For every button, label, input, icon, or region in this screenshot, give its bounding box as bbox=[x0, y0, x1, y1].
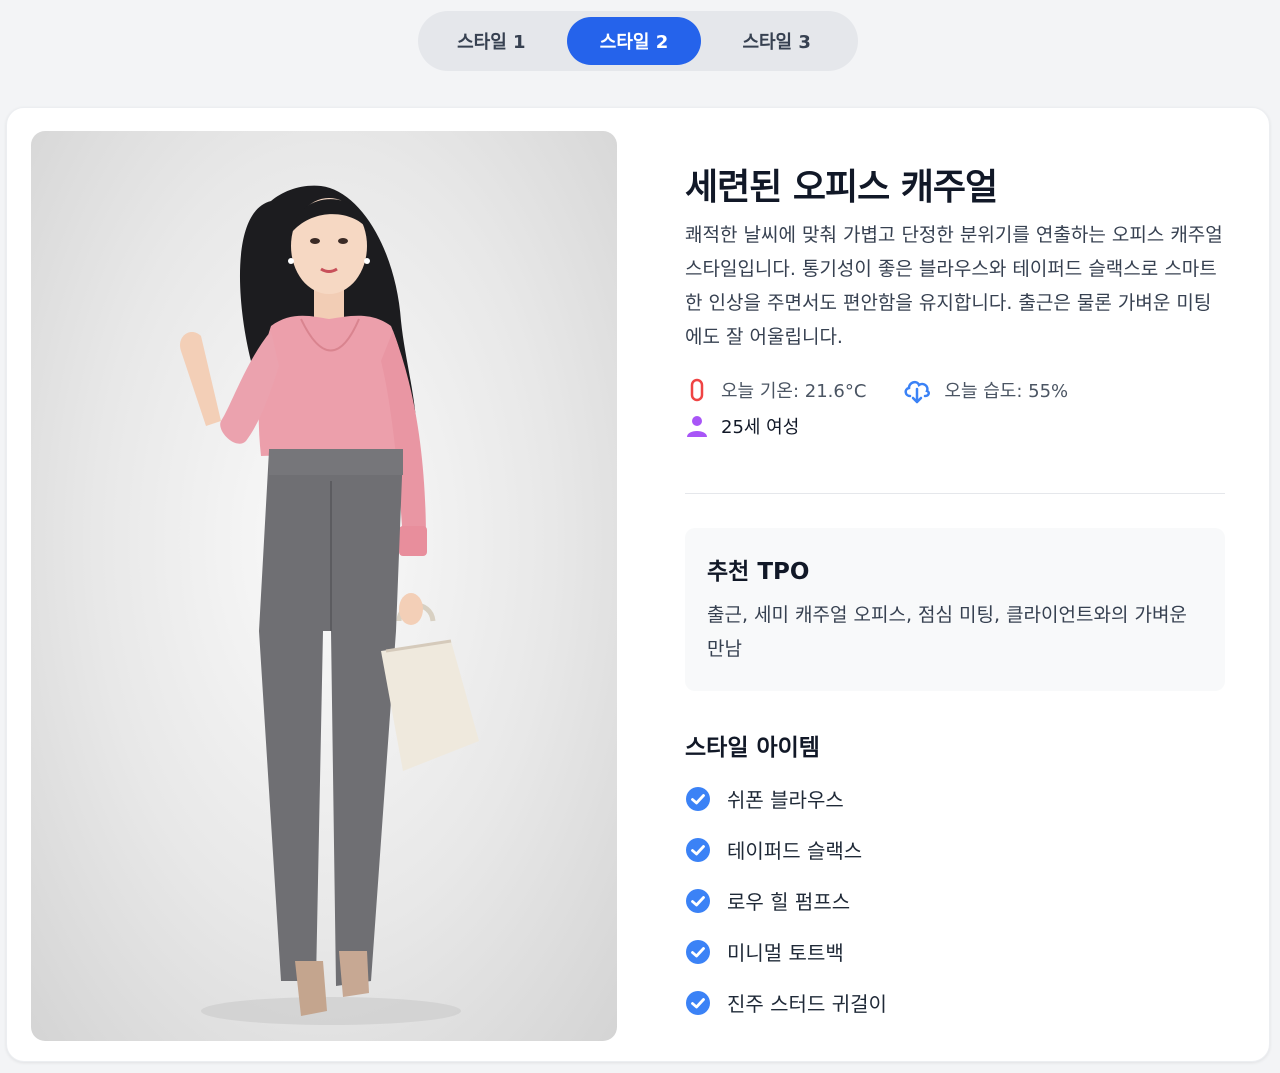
person-info: 25세 여성 bbox=[685, 413, 799, 439]
style-description: 쾌적한 날씨에 맞춰 가볍고 단정한 분위기를 연출하는 오피스 캐주얼 스타일… bbox=[685, 224, 1223, 348]
list-item: 진주 스터드 귀걸이 bbox=[685, 977, 887, 1028]
weather-meta: 오늘 기온: 21.6°C 오늘 습도: 55% 25세 여성 bbox=[685, 372, 1104, 444]
tab-style-3[interactable]: 스타일 3 bbox=[709, 17, 844, 65]
style-tabs: 스타일 1 스타일 2 스타일 3 bbox=[418, 11, 858, 71]
thermometer-icon bbox=[690, 378, 704, 402]
check-circle-icon bbox=[686, 786, 710, 811]
check-circle-icon bbox=[686, 888, 710, 913]
list-item-label: 로우 힐 펌프스 bbox=[727, 890, 851, 914]
outfit-illustration-svg bbox=[180, 185, 479, 1025]
humidity-info: 오늘 습도: 55% bbox=[902, 376, 1068, 404]
style-items-list: 쉬폰 블라우스 테이퍼드 슬랙스 로우 힐 펌프스 미니멀 토트백 진주 스터드… bbox=[685, 773, 887, 1028]
style-card: 세련된 오피스 캐주얼 쾌적한 날씨에 맞춰 가볍고 단정한 분위기를 연출하는… bbox=[6, 107, 1270, 1062]
temperature-text: 오늘 기온: 21.6°C bbox=[721, 381, 867, 402]
tab-style-1[interactable]: 스타일 1 bbox=[424, 17, 559, 65]
list-item: 미니멀 토트백 bbox=[685, 926, 887, 977]
person-text: 25세 여성 bbox=[721, 417, 800, 438]
style-items-title: 스타일 아이템 bbox=[685, 735, 820, 761]
list-item-label: 미니멀 토트백 bbox=[727, 941, 844, 965]
list-item-label: 테이퍼드 슬랙스 bbox=[727, 839, 863, 863]
tpo-title: 추천 TPO bbox=[707, 559, 810, 585]
list-item: 쉬폰 블라우스 bbox=[685, 773, 887, 824]
list-item: 테이퍼드 슬랙스 bbox=[685, 824, 887, 875]
cloud-download-icon bbox=[904, 380, 931, 404]
tpo-panel: 추천 TPO 출근, 세미 캐주얼 오피스, 점심 미팅, 클라이언트와의 가벼… bbox=[685, 528, 1225, 691]
divider bbox=[685, 493, 1225, 494]
check-circle-icon bbox=[686, 939, 710, 964]
humidity-text: 오늘 습도: 55% bbox=[944, 381, 1069, 402]
list-item-label: 쉬폰 블라우스 bbox=[727, 788, 844, 812]
tab-style-2[interactable]: 스타일 2 bbox=[566, 17, 702, 65]
list-item-label: 진주 스터드 귀걸이 bbox=[727, 992, 887, 1016]
tpo-text: 출근, 세미 캐주얼 오피스, 점심 미팅, 클라이언트와의 가벼운 만남 bbox=[707, 604, 1187, 660]
list-item: 로우 힐 펌프스 bbox=[685, 875, 887, 926]
check-circle-icon bbox=[686, 990, 710, 1015]
person-icon bbox=[687, 416, 707, 437]
check-circle-icon bbox=[686, 837, 710, 862]
style-title: 세련된 오피스 캐주얼 bbox=[685, 167, 998, 208]
temperature-info: 오늘 기온: 21.6°C bbox=[685, 376, 866, 404]
outfit-illustration bbox=[31, 131, 617, 1041]
